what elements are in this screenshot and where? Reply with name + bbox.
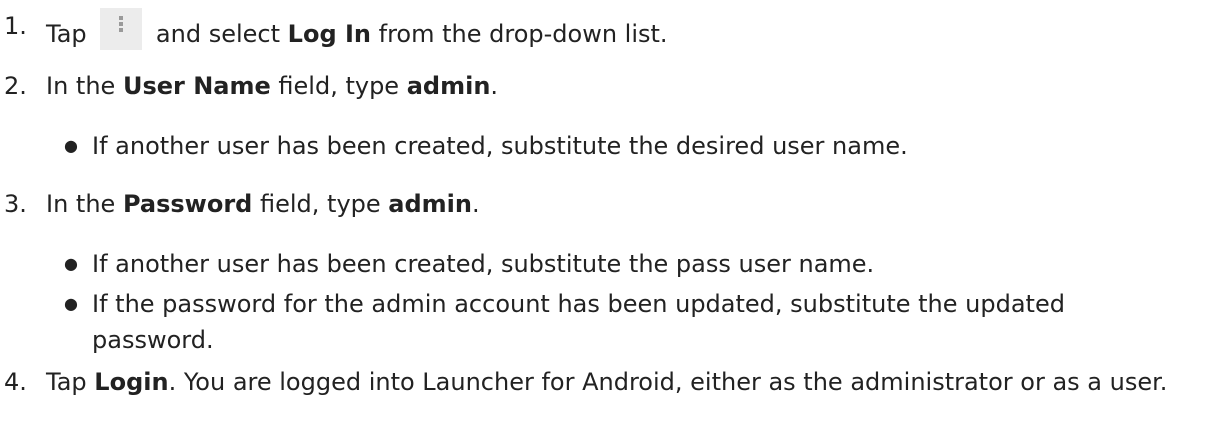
step-text-part: . xyxy=(471,190,480,218)
more-vert-icon xyxy=(100,8,143,50)
field-name-user-name: User Name xyxy=(122,72,271,100)
step-1-line: 1. Tap and select Log In from the drop-d… xyxy=(0,8,1195,52)
step-text-part: . xyxy=(490,72,499,100)
step-2: 2. In the User Name field, type admin. xyxy=(0,68,1195,104)
step-text: In the Password field, type admin. xyxy=(46,186,1195,222)
instructions-document: 1. Tap and select Log In from the drop-d… xyxy=(0,0,1205,431)
field-name-password: Password xyxy=(122,190,253,218)
more-vert-icon-dot xyxy=(119,28,124,32)
note-text: If another user has been created, substi… xyxy=(92,132,908,160)
step-4-line: 4. Tap Login. You are logged into Launch… xyxy=(0,364,1195,400)
step-1: 1. Tap and select Log In from the drop-d… xyxy=(0,8,1195,52)
note-text: If another user has been created, substi… xyxy=(92,250,875,278)
more-vert-icon-dot xyxy=(119,22,124,26)
step-text-part: Tap xyxy=(46,368,87,396)
list-item: ● If another user has been created, subs… xyxy=(0,246,1195,282)
list-item: ● If another user has been created, subs… xyxy=(0,128,1195,164)
step-text: In the User Name field, type admin. xyxy=(46,68,1195,104)
step-3: 3. In the Password field, type admin. xyxy=(0,186,1195,222)
step-text-part: and select xyxy=(155,20,281,48)
typed-value-admin: admin xyxy=(388,190,472,218)
menu-option-log-in: Log In xyxy=(287,20,371,48)
step-number: 1. xyxy=(4,12,27,40)
step-text-part: In the xyxy=(46,72,116,100)
bullet-icon: ● xyxy=(64,136,78,155)
more-vert-icon-dot xyxy=(119,16,124,20)
step-text-part: . You are logged into Launcher for Andro… xyxy=(168,368,1168,396)
note-text: If the password for the admin account ha… xyxy=(92,290,1065,354)
step-number: 3. xyxy=(4,190,27,218)
typed-value-admin: admin xyxy=(406,72,491,100)
step-number: 4. xyxy=(4,368,27,396)
step-4: 4. Tap Login. You are logged into Launch… xyxy=(0,364,1195,400)
step-text-part: field, type xyxy=(259,190,381,218)
step-text-part: In the xyxy=(46,190,116,218)
button-name-login: Login xyxy=(94,368,169,396)
step-3-line: 3. In the Password field, type admin. xyxy=(0,186,1195,222)
step-2-line: 2. In the User Name field, type admin. xyxy=(0,68,1195,104)
step-number: 2. xyxy=(4,72,27,100)
step-text-part: Tap xyxy=(46,20,87,48)
bullet-icon: ● xyxy=(64,254,78,273)
step-text: Tap Login. You are logged into Launcher … xyxy=(46,364,1195,400)
step-text: Tap and select Log In from the drop-down… xyxy=(46,8,1195,52)
list-item: ● If the password for the admin account … xyxy=(0,286,1195,358)
bullet-icon: ● xyxy=(64,294,78,313)
step-text-part: field, type xyxy=(278,72,400,100)
step-text-part: from the drop-down list. xyxy=(378,20,668,48)
